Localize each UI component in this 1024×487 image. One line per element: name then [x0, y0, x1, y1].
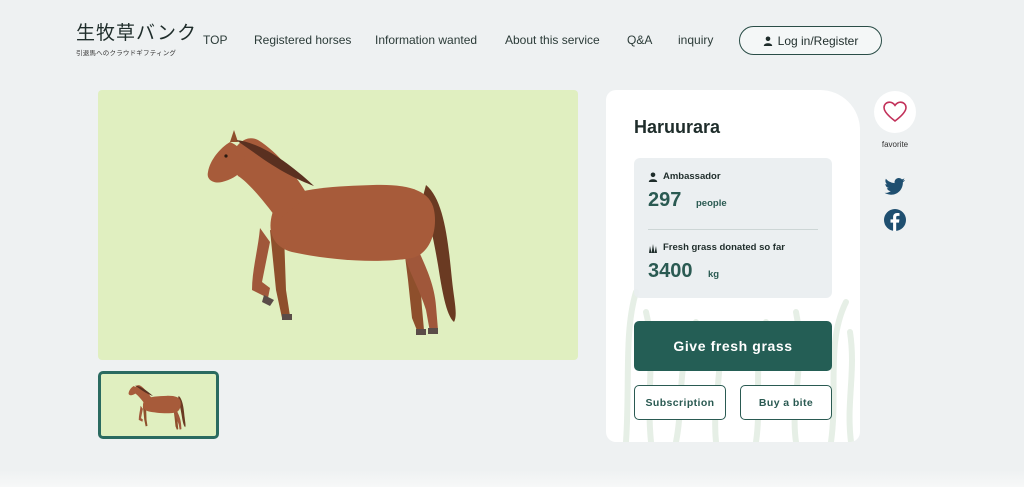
- logo-title: 生牧草バンク: [76, 22, 197, 44]
- buy-a-bite-button[interactable]: Buy a bite: [740, 385, 832, 420]
- horse-thumbnail[interactable]: [98, 371, 219, 439]
- nav-item-about[interactable]: About this service: [505, 33, 600, 47]
- ambassador-count: 297: [648, 189, 682, 211]
- ambassador-label: Ambassador: [648, 171, 721, 182]
- ambassador-unit: people: [696, 198, 727, 209]
- facebook-icon[interactable]: [884, 209, 906, 231]
- user-icon: [763, 36, 772, 46]
- nav-item-top[interactable]: TOP: [203, 33, 227, 47]
- grass-label: Fresh grass donated so far: [648, 242, 785, 253]
- nav-item-qa[interactable]: Q&A: [627, 33, 652, 47]
- site-logo[interactable]: 生牧草バンク 引退馬へのクラウドギフティング: [76, 22, 197, 57]
- horse-illustration: [207, 130, 456, 335]
- login-label: Log in/Register: [777, 33, 859, 48]
- nav-item-registered-horses[interactable]: Registered horses: [254, 33, 351, 47]
- person-icon: [648, 172, 658, 182]
- grass-amount: 3400: [648, 260, 693, 282]
- heart-icon: [883, 101, 907, 123]
- login-register-button[interactable]: Log in/Register: [739, 26, 882, 55]
- stats-divider: [648, 229, 818, 230]
- ambassador-label-text: Ambassador: [663, 171, 721, 182]
- stats-panel: Ambassador 297 people Fresh grass donate…: [634, 158, 832, 298]
- horse-main-image: [98, 90, 578, 360]
- favorite-label: favorite: [881, 140, 909, 149]
- horse-info-card: Haruurara Ambassador 297 people Fresh gr…: [606, 90, 860, 442]
- grass-label-text: Fresh grass donated so far: [663, 242, 785, 253]
- horse-thumbnail-illustration: [128, 385, 186, 430]
- horse-name: Haruurara: [634, 117, 721, 137]
- logo-subtitle: 引退馬へのクラウドギフティング: [76, 49, 177, 57]
- footer-band: [0, 470, 1024, 487]
- favorite-button[interactable]: [874, 91, 916, 133]
- twitter-icon[interactable]: [884, 177, 906, 199]
- grass-icon: [649, 243, 657, 253]
- nav-item-inquiry[interactable]: inquiry: [678, 33, 713, 47]
- give-fresh-grass-button[interactable]: Give fresh grass: [634, 321, 832, 371]
- nav-item-information-wanted[interactable]: Information wanted: [375, 33, 477, 47]
- grass-unit: kg: [708, 269, 720, 280]
- subscription-button[interactable]: Subscription: [634, 385, 726, 420]
